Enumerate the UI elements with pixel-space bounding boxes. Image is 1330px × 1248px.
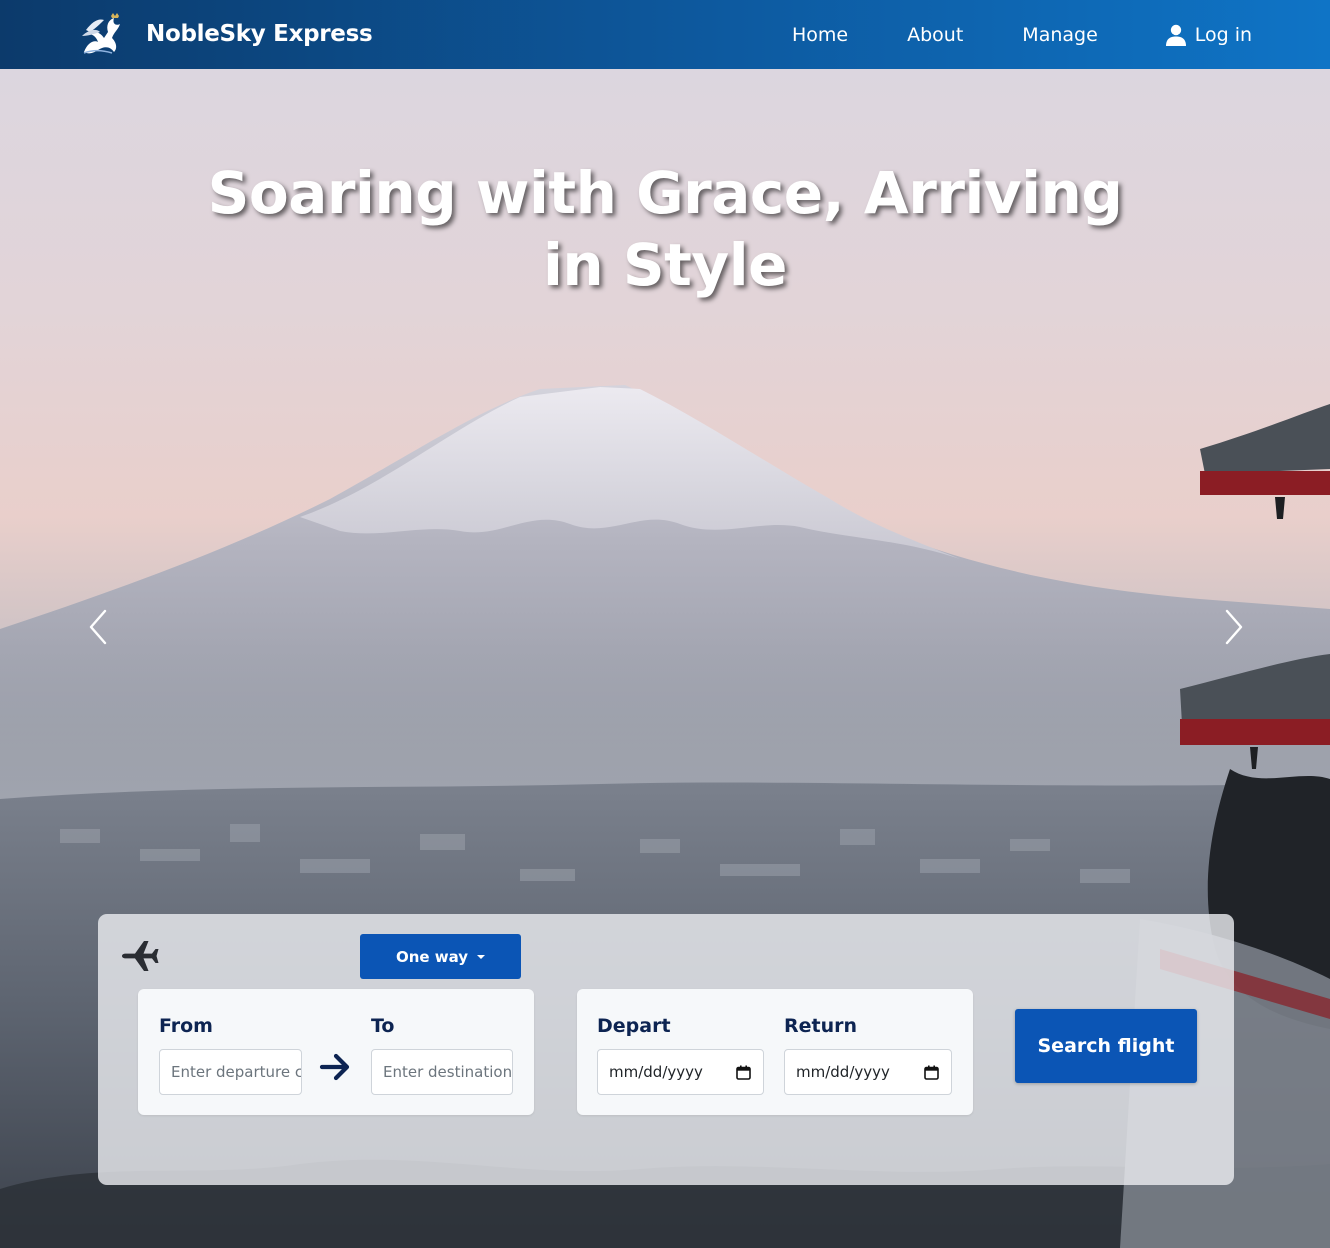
trip-type-dropdown[interactable]: One way xyxy=(360,934,521,979)
winged-horse-logo-icon xyxy=(82,13,120,54)
brand-name: NobleSky Express xyxy=(146,21,373,47)
return-date-value: mm/dd/yyyy xyxy=(796,1063,890,1081)
return-date-input[interactable]: mm/dd/yyyy xyxy=(784,1049,952,1095)
hero-carousel: Soaring with Grace, Arriving in Style On… xyxy=(0,69,1330,1248)
from-input[interactable]: Enter departure c xyxy=(159,1049,302,1095)
nav-link-manage[interactable]: Manage xyxy=(1022,24,1097,46)
arrow-right-icon xyxy=(319,1053,350,1081)
route-card: From Enter departure c To Enter destinat… xyxy=(138,989,534,1115)
chevron-right-icon xyxy=(1225,609,1243,645)
chevron-left-icon xyxy=(89,609,107,645)
calendar-icon xyxy=(924,1065,939,1080)
nav-link-about[interactable]: About xyxy=(907,24,963,46)
flight-search-panel: One way From Enter departure c To Enter … xyxy=(98,914,1234,1185)
trip-type-label: One way xyxy=(395,947,469,966)
carousel-next-button[interactable] xyxy=(1222,607,1246,647)
depart-date-value: mm/dd/yyyy xyxy=(609,1063,703,1081)
carousel-prev-button[interactable] xyxy=(86,607,110,647)
depart-date-input[interactable]: mm/dd/yyyy xyxy=(597,1049,764,1095)
airplane-icon xyxy=(122,941,159,971)
return-label: Return xyxy=(784,1015,858,1037)
caret-down-icon xyxy=(477,954,486,959)
brand-link[interactable]: NobleSky Express xyxy=(78,12,373,56)
to-label: To xyxy=(371,1015,395,1037)
main-nav: Home About Manage Log in xyxy=(792,0,1252,69)
login-link[interactable]: Log in xyxy=(1165,23,1253,46)
login-label: Log in xyxy=(1194,23,1253,46)
top-navbar: NobleSky Express Home About Manage Log i… xyxy=(0,0,1330,69)
calendar-icon xyxy=(736,1065,751,1080)
search-flight-button[interactable]: Search flight xyxy=(1015,1009,1197,1083)
depart-label: Depart xyxy=(597,1015,671,1037)
hero-title: Soaring with Grace, Arriving in Style xyxy=(207,159,1123,299)
nav-link-home[interactable]: Home xyxy=(792,24,848,46)
from-label: From xyxy=(159,1015,213,1037)
to-input[interactable]: Enter destination xyxy=(371,1049,513,1095)
user-icon xyxy=(1165,24,1186,46)
dates-card: Depart mm/dd/yyyy Return mm/dd/yyyy xyxy=(577,989,973,1115)
